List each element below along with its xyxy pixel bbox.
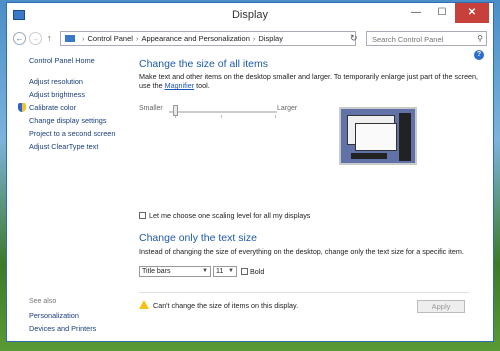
breadcrumb-display[interactable]: Display [258,34,283,43]
preview-taskbar [351,153,387,159]
search-box[interactable]: ⚲ [366,31,487,46]
display-preview-image [339,107,417,165]
close-button[interactable]: ✕ [455,3,489,23]
size-description-line1: Make text and other items on the desktop… [139,72,479,81]
item-select-value: Title bars [142,268,171,275]
text-size-heading: Change only the text size [139,232,257,244]
bold-label: Bold [250,267,265,276]
sidebar-item-calibrate-color[interactable]: Calibrate color [18,103,77,112]
address-row: ← → ↑ › Control Panel › Appearance and Pers… [7,30,493,48]
title-bar: Display — ☐ ✕ [7,3,493,29]
maximize-button[interactable]: ☐ [429,3,455,23]
help-icon[interactable]: ? [474,50,484,60]
breadcrumb: › Control Panel › Appearance and Personaliz… [79,34,283,43]
size-heading: Change the size of all items [139,58,268,70]
warning-icon [139,300,149,309]
bold-checkbox[interactable] [241,268,248,275]
control-panel-icon [65,35,75,42]
breadcrumb-chevron-icon: › [82,34,85,43]
chevron-down-icon: ▼ [228,268,234,274]
search-input[interactable] [370,33,474,46]
forward-arrow-icon[interactable]: → [29,32,42,45]
address-bar[interactable]: › Control Panel › Appearance and Personaliz… [60,31,403,46]
size-description-line2: use the Magnifier tool. [139,81,210,90]
warning-message: Can't change the size of items on this d… [153,301,299,310]
text-size-description: Instead of changing the size of everythi… [139,247,464,256]
slider-larger-label: Larger [277,105,298,112]
slider-smaller-label: Smaller [139,105,163,112]
back-arrow-icon[interactable]: ← [13,32,26,45]
slider-tick [221,115,222,118]
size-description-text: use the [139,81,165,90]
see-also-heading: See also [29,298,57,305]
sidebar-item-adjust-brightness[interactable]: Adjust brightness [29,90,85,99]
breadcrumb-appearance[interactable]: Appearance and Personalization [141,34,249,43]
scaling-checkbox[interactable] [139,212,146,219]
apply-button[interactable]: Apply [417,300,465,313]
sidebar-item-project-second-screen[interactable]: Project to a second screen [29,129,115,138]
preview-window [355,123,397,151]
font-size-select-value: 11 [216,268,224,275]
item-select[interactable]: Title bars ▼ [139,266,211,277]
sidebar-item-label: Calibrate color [29,103,77,112]
slider-tick [275,115,276,118]
sidebar-item-adjust-resolution[interactable]: Adjust resolution [29,77,83,86]
see-also-personalization[interactable]: Personalization [29,311,79,320]
sidebar-item-change-display-settings[interactable]: Change display settings [29,116,106,125]
size-description-text: tool. [194,81,210,90]
scaling-checkbox-label: Let me choose one scaling level for all … [149,211,311,220]
magnifier-link[interactable]: Magnifier [165,81,195,90]
search-icon[interactable]: ⚲ [477,34,483,43]
shield-icon [18,103,26,112]
chevron-down-icon: ▼ [202,268,208,274]
font-size-select[interactable]: 11 ▼ [213,266,237,277]
sidebar-item-adjust-cleartype[interactable]: Adjust ClearType text [29,142,98,151]
size-slider-thumb[interactable] [173,105,178,116]
breadcrumb-control-panel[interactable]: Control Panel [88,34,133,43]
preview-sidebar [399,113,411,161]
refresh-icon[interactable]: ↻ [350,33,358,44]
divider [139,292,469,293]
see-also-devices-printers[interactable]: Devices and Printers [29,324,96,333]
up-arrow-icon[interactable]: ↑ [47,33,52,43]
size-slider-track[interactable] [169,111,277,113]
sidebar-home-link[interactable]: Control Panel Home [29,56,95,65]
display-window: Display — ☐ ✕ ← → ↑ › Control Panel › Appea… [6,2,494,342]
minimize-button[interactable]: — [403,3,429,23]
